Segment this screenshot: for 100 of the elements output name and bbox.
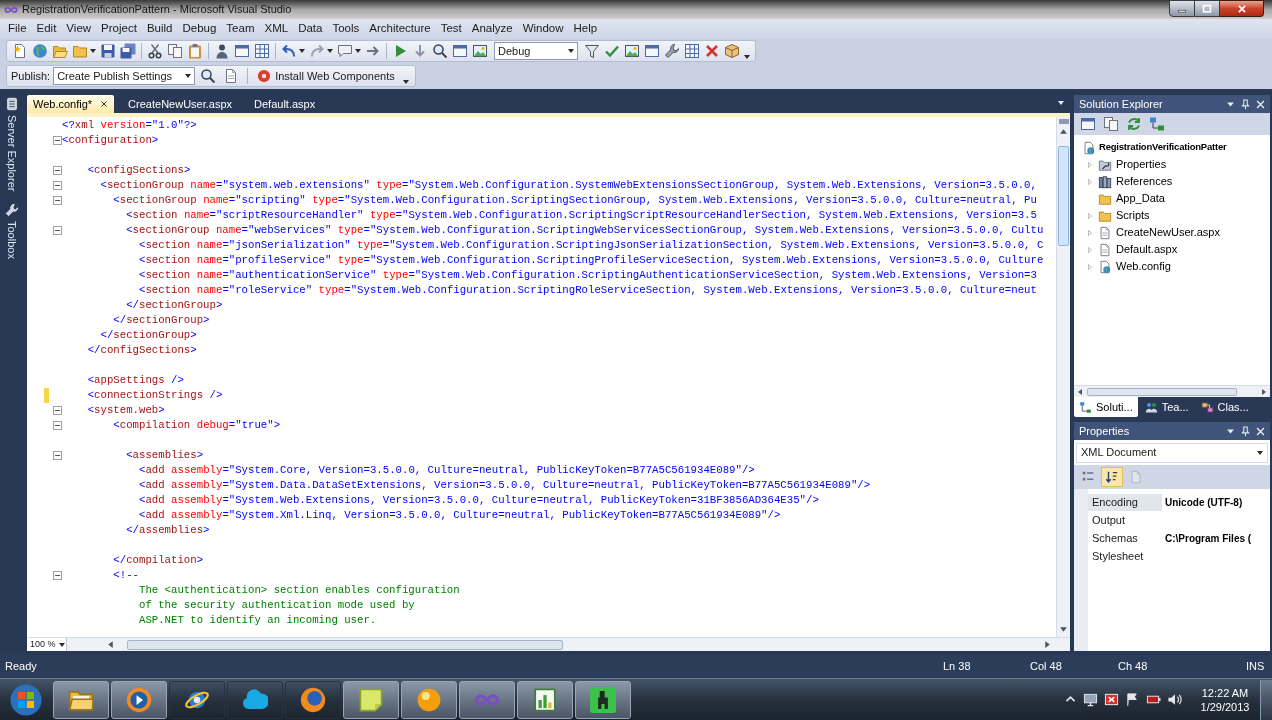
menu-item[interactable]: Build bbox=[141, 19, 178, 39]
tab-list-button[interactable] bbox=[1058, 99, 1064, 107]
publish-profile-combo[interactable]: Create Publish Settings bbox=[53, 67, 196, 85]
panel-tab[interactable]: Clas... bbox=[1195, 397, 1254, 417]
collapse-icon[interactable] bbox=[53, 166, 62, 175]
close-button[interactable] bbox=[1220, 0, 1264, 17]
menu-item[interactable]: Analyze bbox=[466, 19, 518, 39]
zoom-combo[interactable]: 100 % bbox=[27, 638, 67, 651]
floppy-icon bbox=[100, 43, 116, 59]
code-line: <add assembly="System.Web.Extensions, Version=3.5.0.0, Culture=neutral, PublicKeyToken=31BF3856AD364E35"/> bbox=[138, 494, 819, 506]
person-icon bbox=[214, 43, 230, 59]
toolbar-button[interactable] bbox=[145, 41, 165, 61]
document-tab[interactable]: Default.aspx bbox=[246, 95, 324, 113]
collapse-icon[interactable] bbox=[53, 226, 62, 235]
collapse-icon[interactable] bbox=[53, 421, 62, 430]
collapse-icon[interactable] bbox=[53, 136, 62, 145]
toolbar-button[interactable] bbox=[165, 41, 185, 61]
menu-item[interactable]: Window bbox=[517, 19, 569, 39]
collapse-icon[interactable] bbox=[53, 571, 62, 580]
clock[interactable]: 12:22 AM 1/29/2013 bbox=[1190, 680, 1260, 719]
collapse-icon[interactable] bbox=[53, 451, 62, 460]
code-line: <section name="profileService" type="System.Web.Configuration.ScriptingProfileServiceSection, System.Web.Extensions, Version=3.5.0.0, Culture bbox=[138, 254, 1044, 266]
toolbar-button[interactable] bbox=[118, 41, 138, 61]
taskbar-button[interactable] bbox=[169, 680, 225, 719]
tree-item[interactable]: Default.aspx bbox=[1098, 241, 1178, 258]
collapse-icon[interactable] bbox=[53, 406, 62, 415]
menu-item[interactable]: File bbox=[3, 19, 32, 39]
code-line: <appSettings /> bbox=[87, 374, 184, 386]
magnifier-icon bbox=[200, 68, 217, 84]
property-name[interactable]: Schemas bbox=[1088, 529, 1162, 547]
document-tab[interactable]: Web.config* bbox=[27, 95, 115, 113]
minimize-button[interactable] bbox=[1169, 0, 1195, 17]
window-icon bbox=[644, 43, 660, 59]
collapse-icon[interactable] bbox=[53, 196, 62, 205]
taskbar-button[interactable] bbox=[53, 680, 109, 719]
collapse-icon[interactable] bbox=[53, 181, 62, 190]
toolbar-button[interactable] bbox=[722, 41, 742, 61]
toolbar-button[interactable] bbox=[1101, 114, 1121, 134]
panel-tab[interactable]: Tea... bbox=[1139, 397, 1194, 417]
close-icon bbox=[1236, 3, 1247, 14]
taskbar-button[interactable] bbox=[227, 680, 283, 719]
tree-item[interactable]: Properties bbox=[1098, 156, 1167, 173]
toolbar-button[interactable] bbox=[1101, 467, 1123, 487]
menu-item[interactable]: Team bbox=[221, 19, 260, 39]
code-line: </assemblies> bbox=[126, 524, 210, 536]
menu-item[interactable]: Debug bbox=[177, 19, 222, 39]
tree-item[interactable]: App_Data bbox=[1098, 190, 1165, 207]
install-button[interactable]: Install Web Components bbox=[254, 66, 398, 86]
show-desktop-button[interactable] bbox=[1260, 679, 1272, 720]
caret-icon bbox=[58, 642, 65, 647]
property-value: C:\Program Files ( bbox=[1165, 531, 1252, 546]
menu-item[interactable]: Edit bbox=[31, 19, 62, 39]
pin-button[interactable] bbox=[1239, 424, 1252, 438]
tree-item[interactable]: CreateNewUser.aspx bbox=[1098, 224, 1220, 241]
pin-icon bbox=[1240, 425, 1251, 437]
side-tab[interactable]: Toolbox bbox=[3, 201, 21, 262]
menu-item[interactable]: Help bbox=[568, 19, 603, 39]
maximize-button[interactable] bbox=[1195, 0, 1220, 17]
tree-item[interactable]: Scripts bbox=[1098, 207, 1150, 224]
taskbar-button[interactable] bbox=[401, 680, 457, 719]
menu-item[interactable]: Tools bbox=[327, 19, 365, 39]
picture-icon bbox=[472, 43, 488, 59]
menu-item[interactable]: Architecture bbox=[364, 19, 436, 39]
side-tab[interactable]: Server Explorer bbox=[3, 95, 21, 194]
code-line: <configuration> bbox=[62, 134, 159, 146]
toolbar-button[interactable] bbox=[682, 41, 702, 61]
tree-item[interactable]: RegistrationVerificationPatter bbox=[1074, 139, 1270, 156]
scrollbar-thumb[interactable] bbox=[1087, 387, 1237, 396]
taskbar-button[interactable] bbox=[517, 680, 573, 719]
menu-item[interactable]: Project bbox=[96, 19, 142, 39]
publish-label: Publish: bbox=[11, 68, 51, 84]
code-line: </configSections> bbox=[87, 344, 197, 356]
property-name[interactable]: Encoding bbox=[1088, 493, 1162, 511]
toolbar-button[interactable] bbox=[662, 41, 682, 61]
menu-item[interactable]: XML bbox=[259, 19, 294, 39]
speech-bubble-icon bbox=[337, 43, 353, 59]
toolbar-button[interactable] bbox=[252, 41, 272, 61]
property-name[interactable]: Output bbox=[1088, 511, 1162, 529]
code-line: <section name="jsonSerialization" type="System.Web.Configuration.ScriptingJsonSerializationSection, System.Web.Extensions, Version=3.5.0.0, C bbox=[138, 239, 1044, 251]
pin-button[interactable] bbox=[1239, 97, 1252, 111]
taskbar-button[interactable] bbox=[343, 680, 399, 719]
object-selector[interactable]: XML Document bbox=[1076, 442, 1268, 463]
taskbar-button[interactable] bbox=[575, 680, 631, 719]
tree-item[interactable]: Web.config bbox=[1098, 258, 1171, 275]
speaker-icon bbox=[1167, 692, 1182, 707]
scrollbar-thumb[interactable] bbox=[127, 639, 563, 650]
property-name[interactable]: Stylesheet bbox=[1088, 547, 1162, 565]
toolbar-button[interactable] bbox=[430, 41, 450, 61]
panel-tab[interactable]: Soluti... bbox=[1074, 397, 1138, 417]
scrollbar-thumb[interactable] bbox=[1058, 146, 1069, 246]
document-tab[interactable]: CreateNewUser.aspx bbox=[120, 95, 241, 113]
orb-icon bbox=[10, 683, 42, 716]
tree-item[interactable]: References bbox=[1098, 173, 1173, 190]
menu-item[interactable]: Data bbox=[293, 19, 328, 39]
taskbar-button[interactable] bbox=[285, 680, 341, 719]
vertical-scrollbar[interactable] bbox=[1056, 117, 1070, 637]
menu-item[interactable]: View bbox=[61, 19, 97, 39]
menu-item[interactable]: Test bbox=[435, 19, 467, 39]
configuration-combo[interactable]: Debug bbox=[494, 42, 578, 60]
splitter-handle[interactable] bbox=[1058, 119, 1069, 124]
